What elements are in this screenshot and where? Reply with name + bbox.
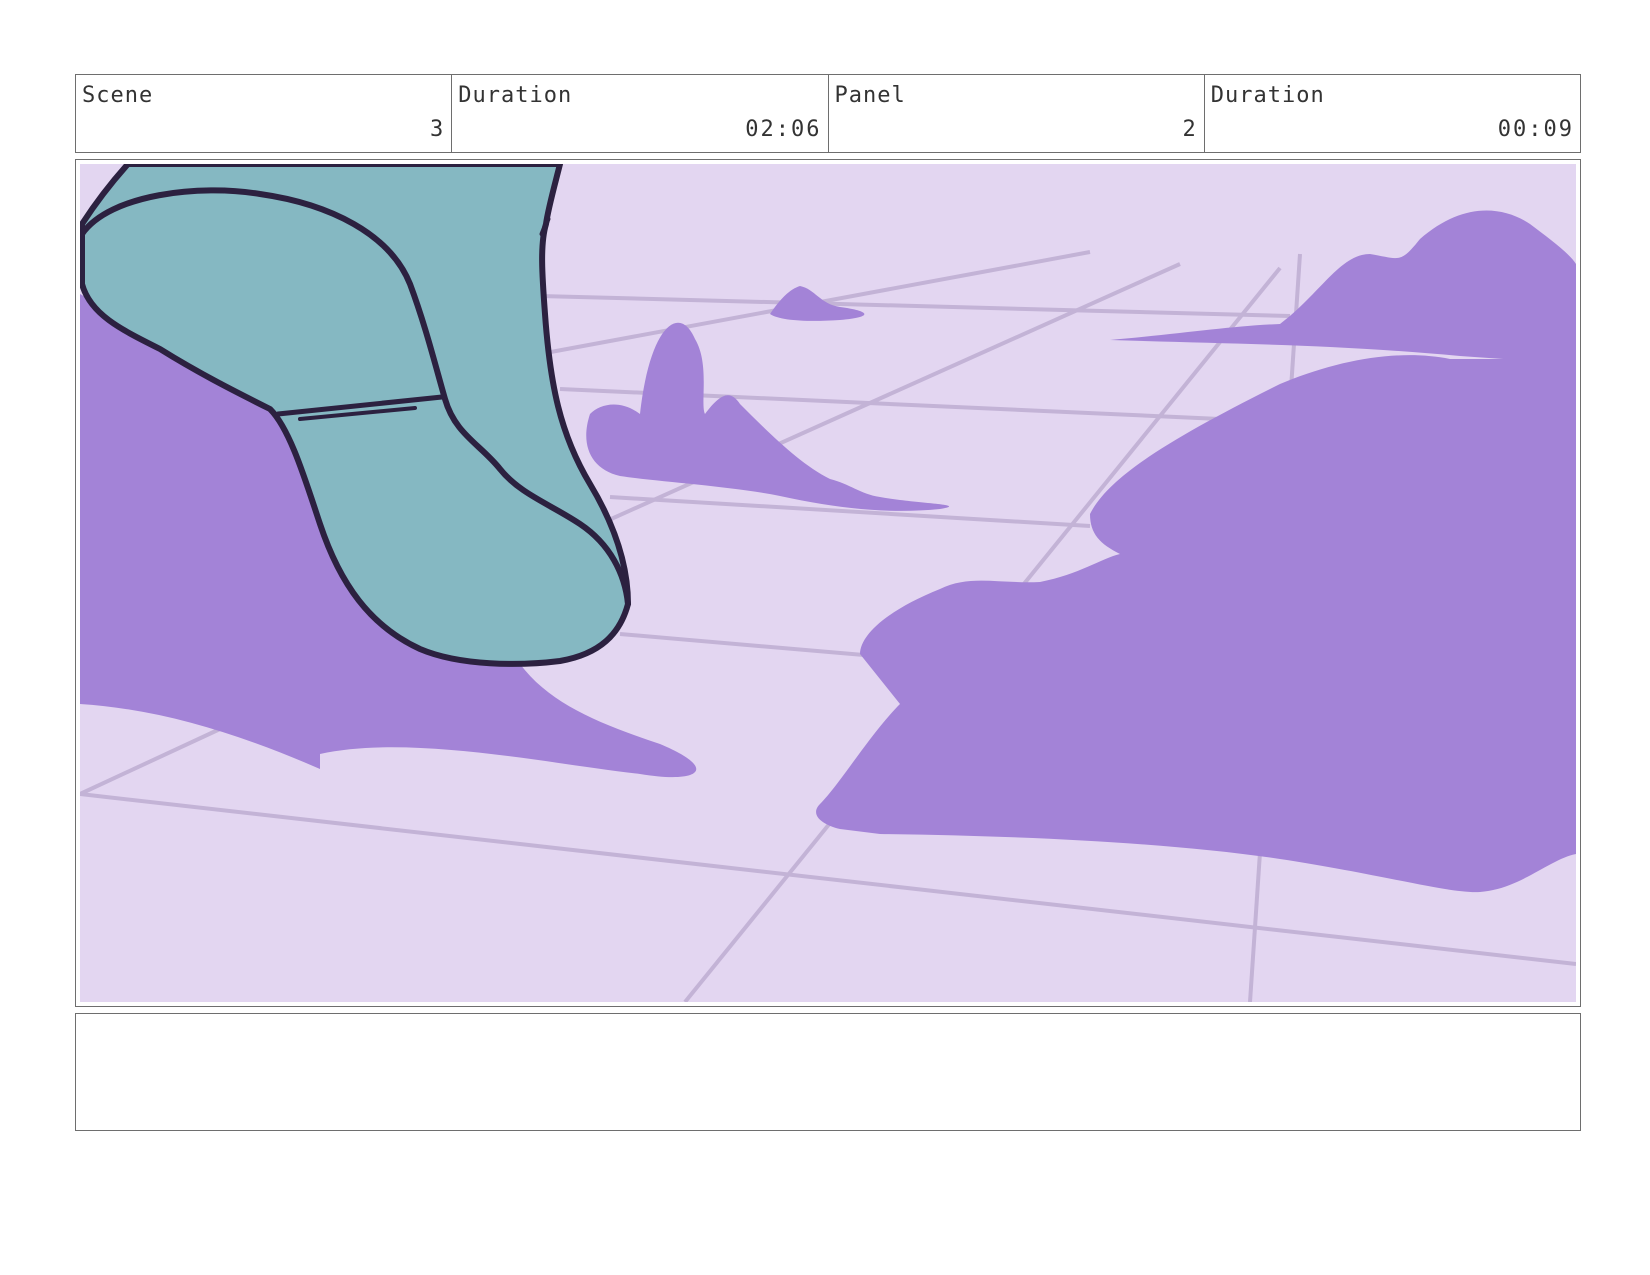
scene-cell: Scene 3 — [76, 75, 453, 152]
panel-value: 2 — [1182, 117, 1198, 142]
panel-duration-label: Duration — [1210, 83, 1325, 108]
panel-duration-value: 00:09 — [1497, 117, 1574, 142]
scene-duration-value: 02:06 — [745, 117, 822, 142]
panel-cell: Panel 2 — [829, 75, 1205, 152]
panel-header-table: Scene 3 Duration 02:06 Panel 2 Duration … — [75, 74, 1581, 153]
panel-notes-box[interactable] — [75, 1013, 1581, 1131]
panel-duration-cell: Duration 00:09 — [1205, 75, 1580, 152]
scene-label: Scene — [82, 83, 154, 108]
scene-value: 3 — [430, 117, 446, 142]
storyboard-frame — [75, 159, 1581, 1007]
scene-duration-label: Duration — [458, 83, 573, 108]
panel-label: Panel — [834, 83, 906, 108]
storyboard-frame-illustration — [80, 164, 1576, 1002]
scene-duration-cell: Duration 02:06 — [452, 75, 829, 152]
